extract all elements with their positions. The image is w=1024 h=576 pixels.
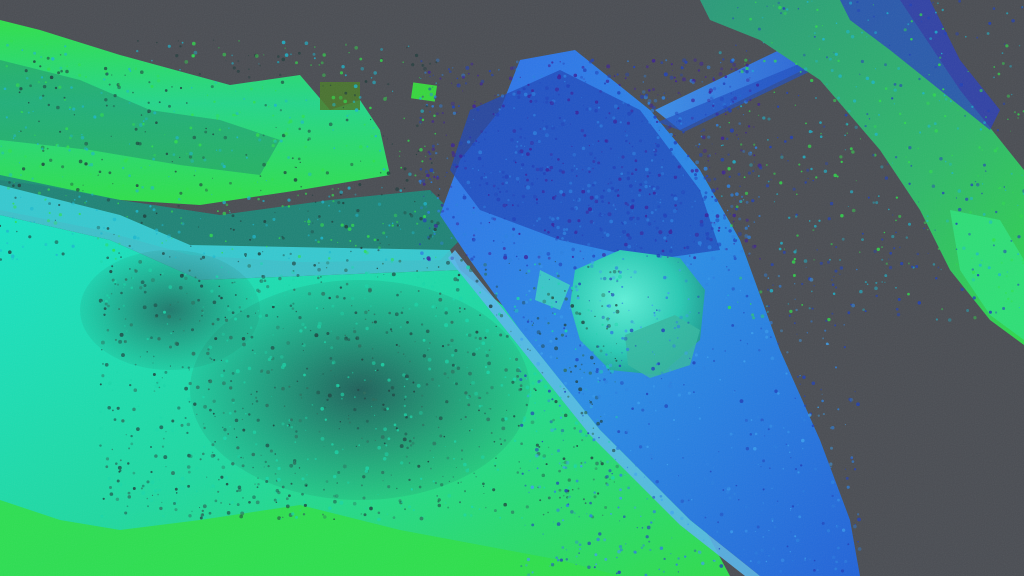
grain-overlay (0, 0, 1024, 576)
point-cloud-viewport[interactable] (0, 0, 1024, 576)
point-cloud-scene[interactable] (0, 0, 1024, 576)
